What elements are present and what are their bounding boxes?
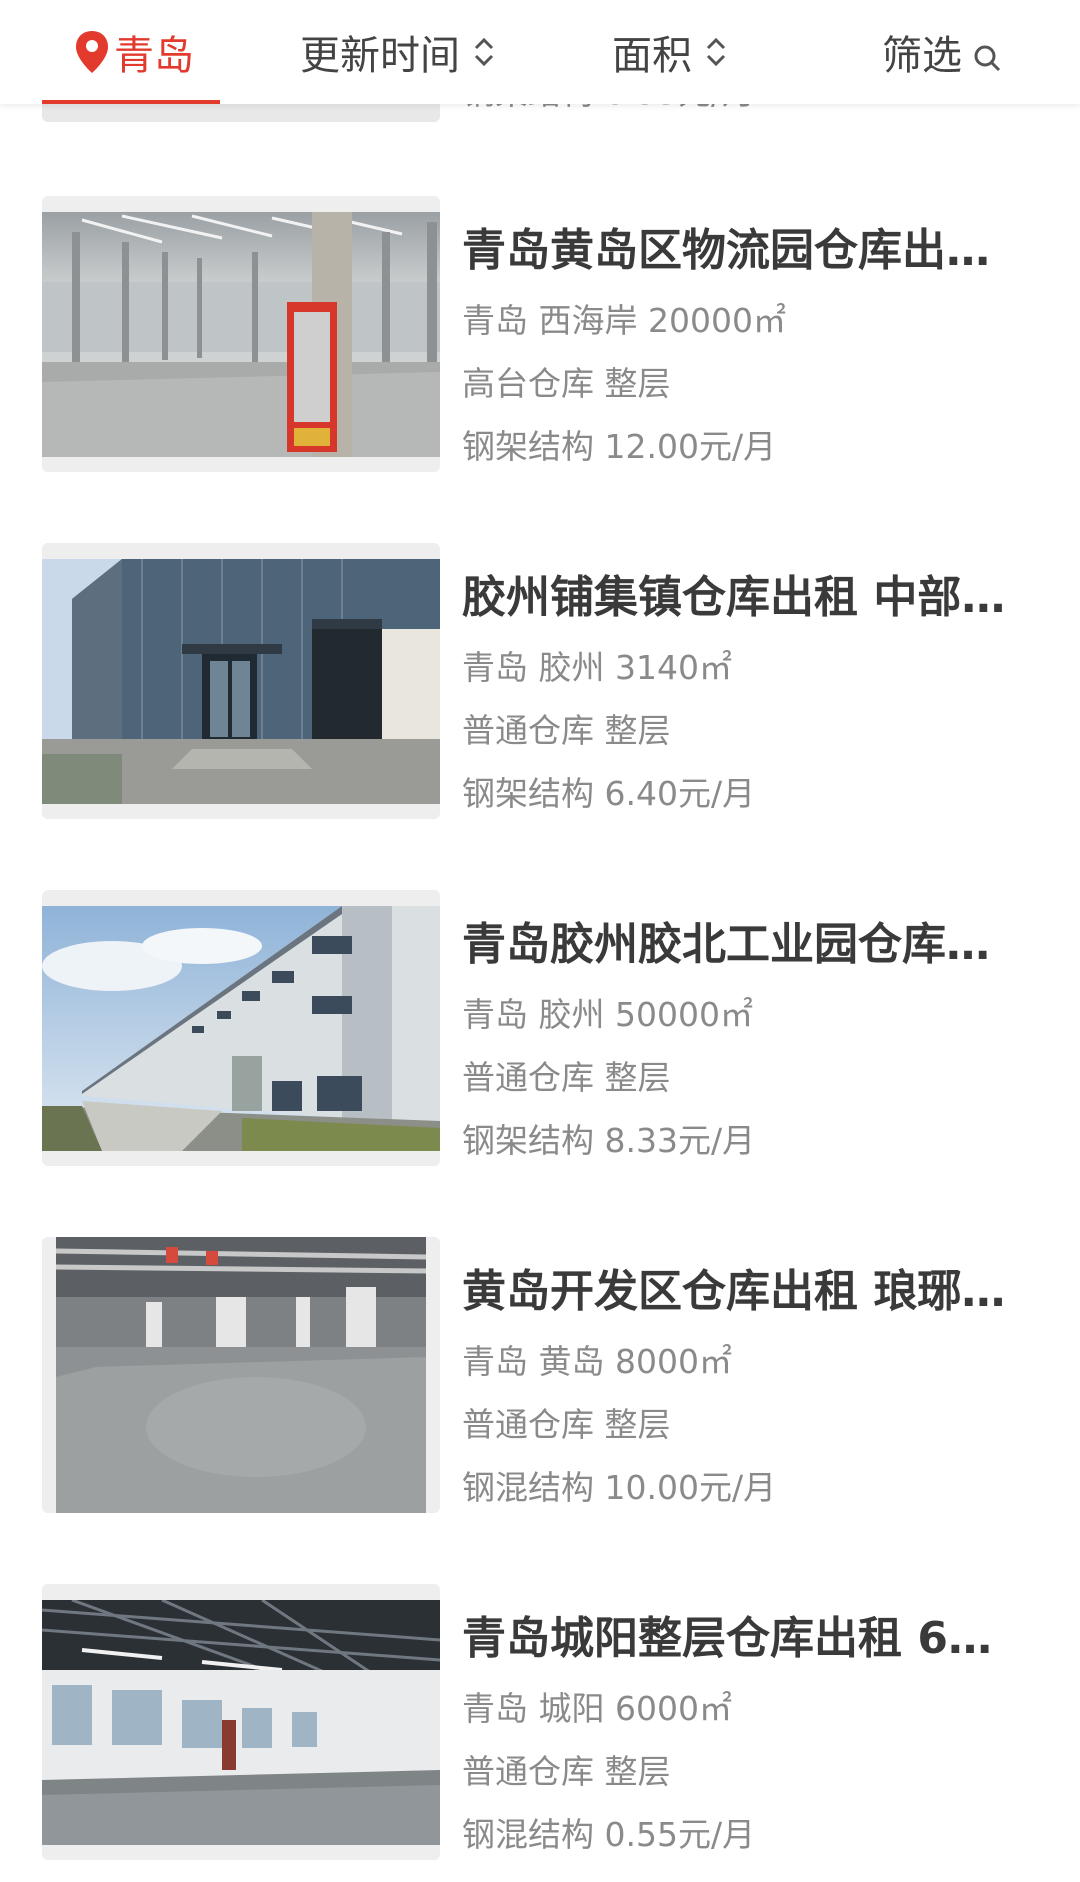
listing-location-area: 青岛 胶州 3140㎡: [462, 648, 732, 687]
listing-price: 钢混结构 10.00元/月: [462, 1468, 777, 1507]
sort-update-time-label: 更新时间: [300, 33, 460, 79]
listing-price: 钢架结构 6.40元/月: [462, 774, 756, 813]
listing-card[interactable]: 青岛黄岛区物流园仓库出… 青岛 西海岸 20000㎡ 高台仓库 整层 钢架结构 …: [0, 196, 1080, 486]
filter-label: 筛选: [882, 33, 962, 79]
listing-type: 普通仓库 整层: [462, 711, 671, 750]
city-label: 青岛: [114, 33, 194, 79]
sort-update-time-tab[interactable]: 更新时间: [300, 0, 498, 104]
filter-tab[interactable]: 筛选: [882, 0, 1002, 104]
listing-title[interactable]: 青岛黄岛区物流园仓库出…: [462, 214, 1022, 278]
listing-card[interactable]: 青岛城阳整层仓库出租 60… 青岛 城阳 6000㎡ 普通仓库 整层 钢混结构 …: [0, 1584, 1080, 1874]
warehouse-exterior-image: [42, 559, 440, 804]
warehouse-interior-image: [56, 1237, 426, 1513]
listing-price: 钢架结构 12.00元/月: [462, 427, 777, 466]
listing-card[interactable]: 黄岛开发区仓库出租 琅琊… 青岛 黄岛 8000㎡ 普通仓库 整层 钢混结构 1…: [0, 1237, 1080, 1527]
search-icon: [972, 37, 1002, 72]
filter-bar: 青岛 更新时间 面积 筛选: [0, 0, 1080, 104]
listing-thumbnail[interactable]: [42, 1584, 440, 1860]
warehouse-exterior-image: [42, 906, 440, 1151]
listing-title[interactable]: 黄岛开发区仓库出租 琅琊…: [462, 1255, 1022, 1319]
location-pin-icon: [74, 29, 110, 75]
listing-thumbnail[interactable]: [42, 1237, 440, 1513]
listing-thumbnail[interactable]: [42, 543, 440, 819]
listing-thumbnail[interactable]: [42, 890, 440, 1166]
active-tab-underline: [42, 100, 220, 104]
sort-area-label: 面积: [612, 33, 692, 79]
listing-type: 普通仓库 整层: [462, 1752, 671, 1791]
listing-card[interactable]: 胶州铺集镇仓库出租 中部… 青岛 胶州 3140㎡ 普通仓库 整层 钢架结构 6…: [0, 543, 1080, 833]
listing-location-area: 青岛 黄岛 8000㎡: [462, 1342, 732, 1381]
listing-type: 普通仓库 整层: [462, 1405, 671, 1444]
listing-price: 钢架结构 8.33元/月: [462, 1121, 756, 1160]
listing-location-area: 青岛 胶州 50000㎡: [462, 995, 753, 1034]
listing-location-area: 青岛 西海岸 20000㎡: [462, 301, 786, 340]
listing-location-area: 青岛 城阳 6000㎡: [462, 1689, 732, 1728]
warehouse-interior-image: [42, 1600, 440, 1845]
listing-title[interactable]: 胶州铺集镇仓库出租 中部…: [462, 561, 1022, 625]
listing-price: 钢混结构 0.55元/月: [462, 1815, 756, 1854]
listing-title[interactable]: 青岛城阳整层仓库出租 60…: [462, 1602, 1022, 1666]
listing-title[interactable]: 青岛胶州胶北工业园仓库…: [462, 908, 1022, 972]
sort-area-tab[interactable]: 面积: [612, 0, 730, 104]
listing-type: 普通仓库 整层: [462, 1058, 671, 1097]
listing-type: 高台仓库 整层: [462, 364, 671, 403]
sort-toggle-icon: [702, 32, 730, 72]
listing-card[interactable]: 青岛胶州胶北工业园仓库… 青岛 胶州 50000㎡ 普通仓库 整层 钢架结构 8…: [0, 890, 1080, 1180]
sort-toggle-icon: [470, 32, 498, 72]
listing-thumbnail[interactable]: [42, 196, 440, 472]
city-selector-tab[interactable]: 青岛: [74, 0, 194, 104]
warehouse-interior-image: [42, 212, 440, 457]
